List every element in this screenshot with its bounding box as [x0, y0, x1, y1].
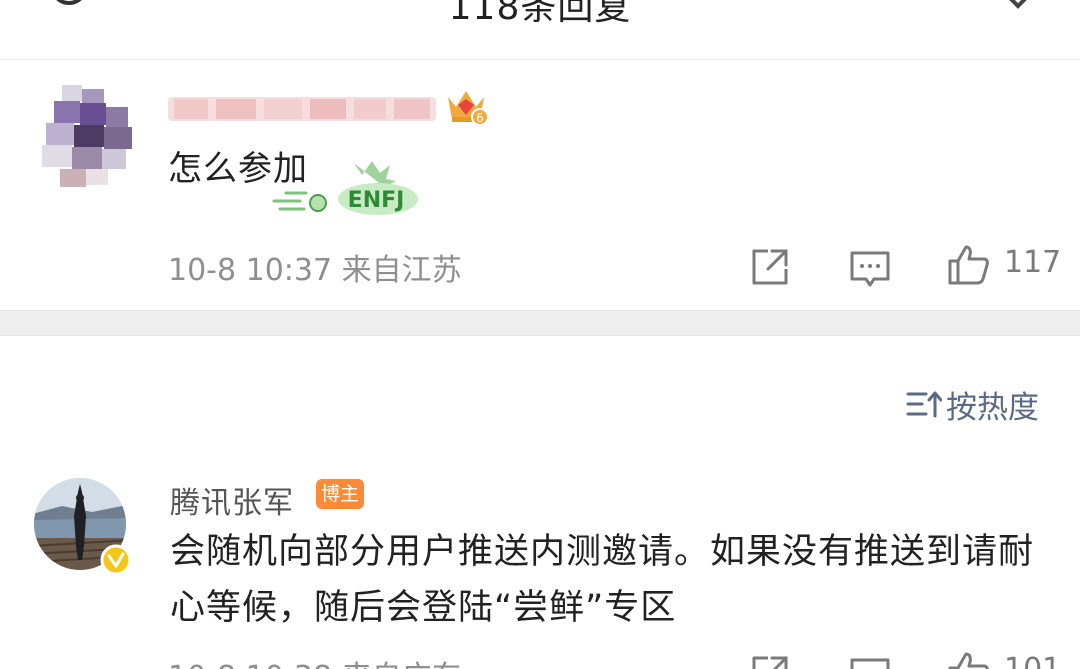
comment-location: 来自江苏: [341, 253, 462, 288]
comment-meta: 10-8 10:37 来自江苏: [168, 245, 462, 289]
blurred-username[interactable]: [168, 93, 436, 125]
reply-date: 10-8 10:38: [168, 660, 332, 669]
comment-icon[interactable]: [848, 247, 892, 291]
like-count: 117: [1004, 245, 1062, 280]
sort-label: 按热度: [946, 389, 1039, 426]
reply-count-title: 118条回复: [448, 0, 632, 28]
reply-like-count: 101: [1004, 652, 1061, 669]
sort-icon: [906, 391, 942, 418]
reply-share-icon[interactable]: [748, 652, 792, 669]
reply-comment-icon[interactable]: [848, 654, 892, 669]
comment-date: 10-8 10:37: [168, 253, 333, 288]
reply-like-icon[interactable]: [946, 650, 990, 669]
enfj-sticker: ENFJ: [272, 161, 418, 215]
like-icon[interactable]: [946, 243, 990, 287]
author-badge: 博主: [316, 479, 364, 509]
reply-header: 118条回复: [0, 0, 1080, 60]
original-comment: 6 怎么参加 ENFJ 10-8 10:37 来自江苏 117: [0, 61, 1080, 309]
sort-button[interactable]: 按热度: [906, 384, 1039, 426]
reply-username[interactable]: 腾讯张军: [170, 478, 294, 522]
reply-text: 会随机向部分用户推送内测邀请。如果没有推送到请耐心等候，随后会登陆“尝鲜”专区: [170, 532, 1035, 628]
section-divider: [0, 310, 1080, 336]
reply-avatar[interactable]: [32, 476, 132, 576]
share-icon[interactable]: [748, 245, 792, 289]
crown-level: 6: [476, 111, 484, 125]
close-icon[interactable]: [998, 0, 1038, 22]
sticker-label: ENFJ: [348, 188, 405, 213]
avatar[interactable]: [36, 81, 136, 191]
reply-location: 来自广东: [342, 660, 462, 669]
reply-meta: 10-8 10:38 来自广东: [168, 652, 462, 669]
crown-icon: 6: [448, 91, 488, 126]
